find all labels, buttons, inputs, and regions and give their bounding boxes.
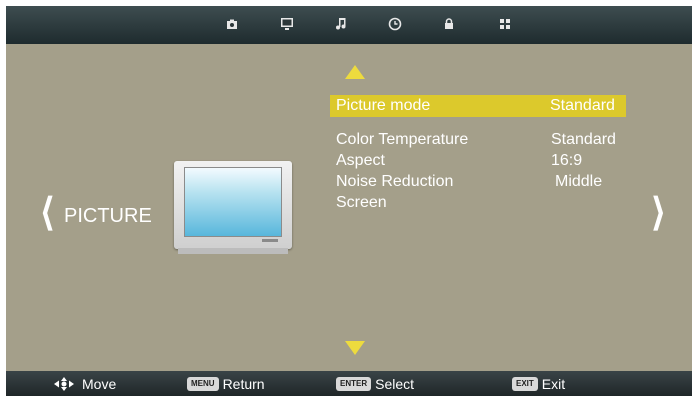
menu-item-label: Picture mode (336, 97, 431, 114)
scroll-down-arrow-icon[interactable] (345, 341, 365, 355)
lock-icon[interactable] (442, 17, 456, 31)
top-menu-bar (6, 6, 692, 44)
tv-monitor-icon[interactable] (280, 17, 294, 31)
menu-item-screen[interactable]: Screen (330, 192, 626, 214)
next-category-chevron-icon[interactable]: ⟩ (651, 194, 666, 232)
menu-item-label: Color Temperature (336, 131, 469, 148)
previous-category-chevron-icon[interactable]: ⟨ (40, 194, 55, 232)
menu-panel: ⟨ PICTURE Picture mode Standard Color Te… (6, 44, 692, 371)
menu-key-badge: MENU (187, 377, 219, 391)
help-bar: Move MENU Return ENTER Select EXIT Exit (6, 371, 692, 396)
enter-key-badge: ENTER (336, 377, 372, 391)
hint-return-label: Return (222, 376, 265, 392)
tv-picture-illustration (174, 161, 292, 257)
music-note-icon[interactable] (334, 17, 348, 31)
dpad-arrows-icon (54, 377, 74, 391)
clock-icon[interactable] (388, 17, 402, 31)
hint-move-label: Move (82, 376, 117, 392)
hint-return: MENU Return (187, 375, 265, 393)
menu-item-noise-reduction[interactable]: Noise Reduction Middle (330, 171, 626, 193)
hint-exit: EXIT Exit (512, 375, 565, 393)
grid-icon[interactable] (498, 17, 512, 31)
hint-select: ENTER Select (336, 375, 414, 393)
menu-item-value: Standard (551, 131, 616, 148)
menu-item-label: Aspect (336, 152, 385, 169)
menu-item-picture-mode[interactable]: Picture mode Standard (330, 95, 626, 117)
menu-item-label: Noise Reduction (336, 173, 454, 190)
menu-item-value: Standard (550, 97, 615, 114)
menu-item-value: Middle (555, 173, 603, 190)
category-title: PICTURE (64, 205, 152, 227)
hint-move: Move (52, 375, 116, 393)
camera-icon[interactable] (225, 17, 239, 31)
exit-key-badge: EXIT (512, 377, 538, 391)
menu-item-color-temperature[interactable]: Color Temperature Standard (330, 129, 626, 151)
hint-select-label: Select (375, 376, 415, 392)
osd-screen: ⟨ PICTURE Picture mode Standard Color Te… (6, 6, 692, 396)
scroll-up-arrow-icon[interactable] (345, 65, 365, 79)
menu-item-value: 16:9 (551, 152, 583, 169)
menu-item-aspect[interactable]: Aspect 16:9 (330, 150, 626, 172)
menu-item-label: Screen (336, 194, 387, 211)
hint-exit-label: Exit (541, 376, 566, 392)
